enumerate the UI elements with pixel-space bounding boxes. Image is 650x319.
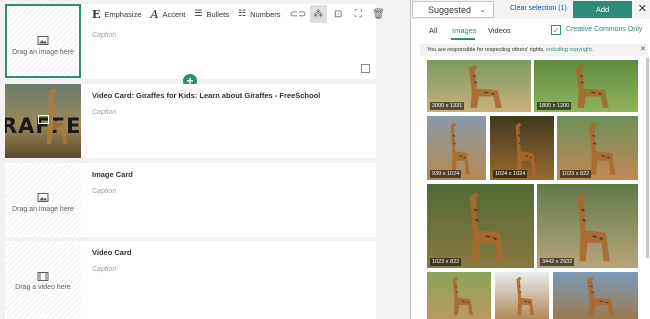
giraffe-photo: [516, 276, 534, 316]
card-checkbox[interactable]: [361, 64, 370, 73]
media-panel: Suggested ⌄ Clear selection (1) Add ✕ Al…: [410, 0, 650, 319]
image-dropzone[interactable]: Drag an image here: [5, 163, 81, 237]
image-dimensions: 3442 x 2932: [540, 258, 575, 266]
tab-videos[interactable]: Videos: [488, 26, 511, 35]
image-icon: [37, 189, 49, 207]
dropzone-label: Drag an image here: [12, 206, 74, 213]
card-body: Image Card Caption: [92, 163, 376, 237]
card-title[interactable]: Video Card: Giraffes for Kids: Learn abo…: [92, 91, 320, 100]
giraffe-photo: [577, 192, 610, 262]
image-result[interactable]: 3442 x 2932: [537, 184, 638, 268]
active-tab-indicator: [451, 38, 475, 40]
numbers-button[interactable]: ☷ Numbers: [238, 9, 281, 19]
crop-icon[interactable]: ⊡: [330, 5, 347, 23]
image-dimensions: 939 x 1024: [430, 170, 462, 178]
caption-field[interactable]: Caption: [92, 32, 116, 39]
caption-field[interactable]: Caption: [92, 188, 116, 195]
accent-icon: A: [150, 7, 159, 21]
close-icon[interactable]: ✕: [638, 2, 647, 15]
bullets-button[interactable]: ☰ Bullets: [194, 9, 229, 19]
video-thumbnail[interactable]: RAFFES: [5, 84, 81, 158]
accent-button[interactable]: A Accent: [151, 8, 186, 21]
chevron-down-icon: ⌄: [479, 5, 486, 14]
add-button[interactable]: Add: [573, 1, 632, 18]
copyright-link[interactable]: including copyright.: [546, 47, 593, 53]
giraffe-photo: [469, 192, 505, 262]
card-3[interactable]: Drag an image here Image Card Caption: [5, 163, 376, 237]
card-2[interactable]: RAFFES Video Card: Giraffes for Kids: Le…: [5, 84, 376, 158]
format-toolbar: E Emphasize A Accent ☰ Bullets ☷ Numbers…: [92, 4, 387, 24]
card-body: Video Card: Giraffes for Kids: Learn abo…: [92, 84, 376, 158]
image-result[interactable]: 939 x 1024: [427, 116, 486, 180]
scrollbar[interactable]: [646, 58, 649, 258]
tab-images[interactable]: Images: [452, 26, 477, 35]
dropzone-label: Drag a video here: [15, 284, 71, 291]
source-dropdown[interactable]: Suggested ⌄: [412, 1, 494, 18]
bullets-icon: ☰: [194, 9, 203, 19]
image-dimensions: 1024 x 1024: [493, 170, 528, 178]
image-result[interactable]: 2000 x 1331: [427, 60, 531, 112]
image-result[interactable]: [427, 272, 491, 319]
clear-selection-button[interactable]: Clear selection (1): [510, 5, 567, 12]
media-tabs: All Images Videos ✓ Creative Commons Onl…: [411, 20, 650, 40]
tab-all[interactable]: All: [429, 26, 437, 35]
image-dimensions: 1023 x 822: [430, 258, 462, 266]
emphasize-button[interactable]: E Emphasize: [92, 8, 142, 21]
emphasize-icon: E: [92, 7, 101, 21]
source-value: Suggested: [428, 4, 472, 15]
card-title[interactable]: Image Card: [92, 170, 133, 179]
image-dropzone[interactable]: Drag an image here: [5, 4, 81, 78]
image-icon: [37, 32, 49, 50]
numbers-label: Numbers: [250, 9, 281, 19]
bullets-label: Bullets: [206, 9, 229, 19]
panel-header: Suggested ⌄ Clear selection (1) Add ✕: [411, 0, 650, 19]
notice-text: You are responsible for respecting other…: [427, 47, 547, 53]
focus-point-icon[interactable]: ⁂: [309, 5, 327, 23]
story-editor: Drag an image here Caption E Emphasize A…: [0, 0, 410, 319]
emphasize-label: Emphasize: [104, 9, 142, 19]
card-body: Video Card Caption: [92, 241, 376, 319]
image-result[interactable]: 1800 x 1200: [534, 60, 638, 112]
dismiss-notice-icon[interactable]: ✕: [640, 44, 646, 56]
image-result[interactable]: 1024 x 1024: [490, 116, 554, 180]
giraffe-photo: [452, 276, 474, 316]
caption-field[interactable]: Caption: [92, 109, 116, 116]
creative-commons-checkbox[interactable]: ✓: [551, 25, 561, 35]
creative-commons-label[interactable]: Creative Commons Only: [566, 26, 642, 33]
accent-label: Accent: [162, 9, 186, 19]
card-4[interactable]: Drag a video here Video Card Caption: [5, 241, 376, 319]
video-dropzone[interactable]: Drag a video here: [5, 241, 81, 319]
copyright-notice: You are responsible for respecting other…: [420, 44, 648, 56]
image-dimensions: 2000 x 1331: [430, 102, 465, 110]
image-result[interactable]: 1023 x 822: [427, 184, 534, 268]
image-dimensions: 1800 x 1200: [537, 102, 572, 110]
fit-icon[interactable]: ⛶: [350, 5, 367, 23]
link-icon[interactable]: ⊂⊃: [290, 5, 307, 23]
giraffe-photo: [587, 276, 615, 316]
delete-icon[interactable]: 🗑: [370, 5, 387, 23]
caption-field[interactable]: Caption: [92, 266, 116, 273]
image-result[interactable]: 1023 x 822: [557, 116, 638, 180]
dropzone-label: Drag an image here: [12, 49, 74, 56]
video-icon: [38, 115, 49, 124]
image-result[interactable]: [553, 272, 638, 319]
numbers-icon: ☷: [237, 9, 247, 19]
image-dimensions: 1023 x 822: [560, 170, 592, 178]
image-result[interactable]: [495, 272, 549, 319]
card-title[interactable]: Video Card: [92, 248, 131, 257]
